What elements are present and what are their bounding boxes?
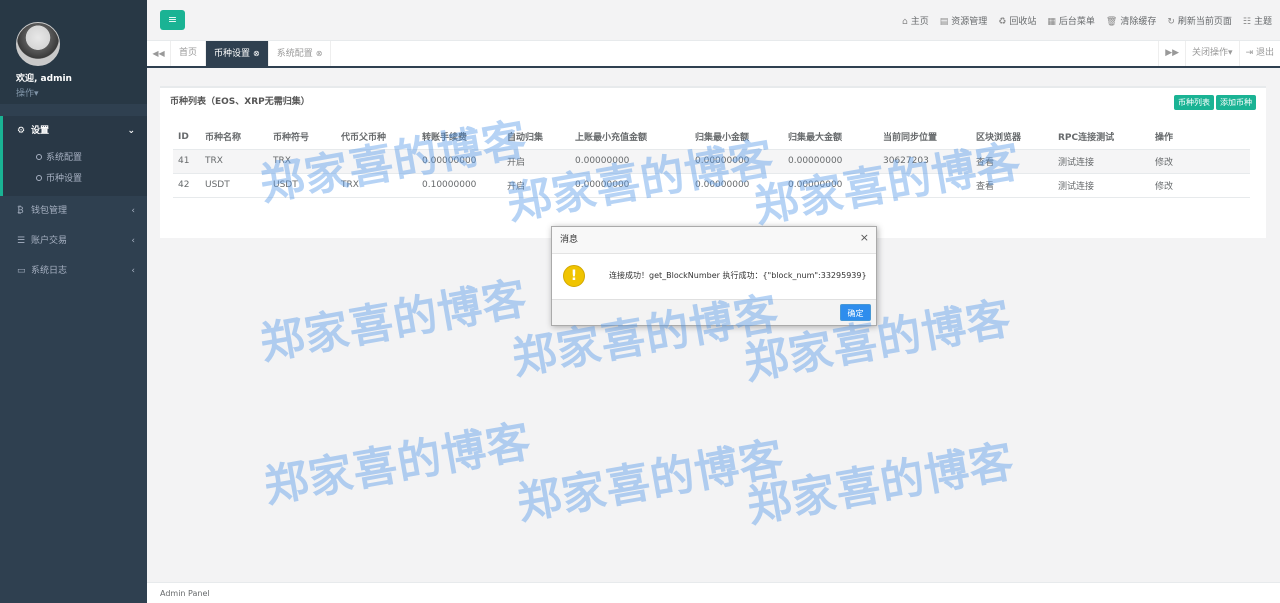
explorer-link[interactable]: 查看	[971, 149, 1053, 174]
dialog-footer: 确定	[552, 299, 876, 325]
home-icon: ⌂	[902, 17, 908, 27]
tab-coin-settings[interactable]: 币种设置 ⊗	[206, 41, 269, 66]
desktop-icon: ▭	[17, 266, 26, 276]
edit-link[interactable]: 修改	[1150, 149, 1250, 174]
chevron-left-icon: ‹	[131, 266, 135, 276]
footer-text: Admin Panel	[160, 589, 210, 598]
top-navbar: ≡ ⌂ 主页 ▤ 资源管理 ♻ 回收站 ▦ 后台菜单 🗑 清除缓存 ↻ 刷新当前页面 ☷ 主题	[147, 0, 1280, 41]
auto-collect-status: 开启	[502, 149, 570, 174]
file-icon: ▤	[939, 17, 949, 27]
avatar[interactable]	[16, 22, 60, 66]
col-rpc: RPC连接测试	[1053, 125, 1150, 150]
bars-icon: ≡	[167, 13, 178, 26]
dialog-close-button[interactable]: ×	[860, 224, 869, 251]
top-link-refresh[interactable]: ↻ 刷新当前页面	[1167, 14, 1232, 27]
list-icon: ☰	[17, 236, 26, 246]
col-name: 币种名称	[200, 125, 268, 150]
dialog-header: 消息 ×	[552, 227, 876, 254]
tab-bar: ◀◀ 首页 币种设置 ⊗ 系统配置 ⊗ ▶▶ 关闭操作▾ ⇥ 退出	[147, 41, 1280, 68]
chevron-left-icon: ‹	[131, 236, 135, 246]
sign-out-icon: ⇥	[1245, 48, 1256, 58]
sidebar-submenu: 系统配置 币种设置	[0, 146, 147, 196]
col-parent: 代币父币种	[336, 125, 417, 150]
sidebar-item-system-log[interactable]: ▭ 系统日志 ‹	[0, 256, 147, 286]
col-fee: 转账手续费	[417, 125, 502, 150]
top-link-home[interactable]: ⌂ 主页	[902, 14, 929, 27]
rpc-test-link[interactable]: 测试连接	[1053, 173, 1150, 198]
col-max-collect: 归集最大金额	[783, 125, 878, 150]
chevron-left-icon: ‹	[131, 206, 135, 216]
tab-system-config[interactable]: 系统配置 ⊗	[269, 41, 332, 66]
sidebar: 欢迎, admin 操作▾ ⚙ 设置 ⌄ 系统配置 币种设置 ₿ 钱包管理 ‹ ☰ 账…	[0, 0, 147, 603]
dialog-body: ! 连接成功！get_BlockNumber 执行成功：{"block_num"…	[552, 254, 876, 299]
panel-title: 币种列表（EOS、XRP无需归集）	[170, 97, 310, 107]
profile-area: 欢迎, admin 操作▾	[0, 0, 147, 104]
bitcoin-icon: ₿	[17, 206, 24, 216]
rpc-test-link[interactable]: 测试连接	[1053, 149, 1150, 174]
chevron-down-icon: ⌄	[127, 126, 135, 136]
top-link-theme[interactable]: ☷ 主题	[1243, 14, 1272, 27]
table-header-row: ID 币种名称 币种符号 代币父币种 转账手续费 自动归集 上账最小充值金额 归…	[173, 125, 1250, 150]
top-link-recycle[interactable]: ♻ 回收站	[998, 14, 1036, 27]
coin-list-panel: 币种列表（EOS、XRP无需归集） 币种列表 添加币种 ID 币种名称 币种符号…	[160, 86, 1266, 238]
sidebar-subitem-coin-settings[interactable]: 币种设置	[3, 169, 147, 190]
warning-icon: !	[563, 265, 585, 287]
sidebar-item-settings[interactable]: ⚙ 设置 ⌄	[0, 116, 147, 146]
sidebar-item-wallet[interactable]: ₿ 钱包管理 ‹	[0, 196, 147, 226]
dialog-ok-button[interactable]: 确定	[840, 304, 871, 321]
tab-home[interactable]: 首页	[171, 41, 207, 66]
edit-link[interactable]: 修改	[1150, 173, 1250, 198]
tabs: 首页 币种设置 ⊗ 系统配置 ⊗	[171, 41, 332, 66]
tab-scroll-right-button[interactable]: ▶▶	[1158, 41, 1185, 66]
message-dialog: 消息 × ! 连接成功！get_BlockNumber 执行成功：{"block…	[551, 226, 877, 326]
th-list-icon: ☷	[1242, 17, 1251, 27]
col-id: ID	[173, 125, 200, 150]
logout-button[interactable]: ⇥ 退出	[1238, 41, 1280, 66]
col-symbol: 币种符号	[268, 125, 336, 150]
close-tab-icon[interactable]: ⊗	[253, 49, 260, 58]
forward-icon: ▶▶	[1165, 48, 1180, 58]
col-sync: 当前同步位置	[878, 125, 971, 150]
backward-icon: ◀◀	[152, 49, 165, 58]
coin-table: ID 币种名称 币种符号 代币父币种 转账手续费 自动归集 上账最小充值金额 归…	[173, 125, 1250, 198]
close-tab-icon[interactable]: ⊗	[316, 49, 323, 58]
coin-list-button[interactable]: 币种列表	[1174, 95, 1214, 110]
sidebar-item-account-tx[interactable]: ☰ 账户交易 ‹	[0, 226, 147, 256]
tab-scroll-left-button[interactable]: ◀◀	[147, 41, 171, 66]
col-min-collect: 归集最小金额	[690, 125, 783, 150]
welcome-text: 欢迎, admin	[16, 74, 72, 84]
th-icon: ▦	[1047, 17, 1056, 27]
recycle-icon: ♻	[998, 17, 1007, 27]
gears-icon: ⚙	[17, 126, 26, 136]
table-row: 41 TRX TRX 0.00000000 开启 0.00000000 0.00…	[173, 149, 1250, 174]
top-link-resources[interactable]: ▤ 资源管理	[940, 14, 988, 27]
col-min-deposit: 上账最小充值金额	[570, 125, 690, 150]
col-auto-collect: 自动归集	[502, 125, 570, 150]
table-row: 42 USDT USDT TRX 0.10000000 开启 0.0000000…	[173, 173, 1250, 198]
add-coin-button[interactable]: 添加币种	[1216, 95, 1256, 110]
circle-icon	[36, 153, 42, 160]
auto-collect-status: 开启	[502, 173, 570, 198]
top-links: ⌂ 主页 ▤ 资源管理 ♻ 回收站 ▦ 后台菜单 🗑 清除缓存 ↻ 刷新当前页面 ☷ 主题	[891, 0, 1272, 41]
profile-ops-dropdown[interactable]: 操作▾	[16, 86, 147, 99]
explorer-link[interactable]: 查看	[971, 173, 1053, 198]
top-link-admin-menu[interactable]: ▦ 后台菜单	[1047, 14, 1095, 27]
tab-right-controls: ▶▶ 关闭操作▾ ⇥ 退出	[1158, 41, 1280, 66]
dialog-title: 消息	[560, 235, 579, 245]
col-explorer: 区块浏览器	[971, 125, 1053, 150]
top-link-clear-cache[interactable]: 🗑 清除缓存	[1106, 14, 1156, 27]
circle-icon	[36, 174, 42, 181]
dialog-message: 连接成功！get_BlockNumber 执行成功：{"block_num":3…	[609, 271, 867, 280]
sidebar-subitem-system-config[interactable]: 系统配置	[3, 148, 147, 169]
trash-icon: 🗑	[1105, 17, 1118, 27]
footer: Admin Panel	[147, 582, 1280, 603]
refresh-icon: ↻	[1167, 17, 1175, 27]
close-ops-dropdown[interactable]: 关闭操作▾	[1185, 41, 1239, 66]
col-op: 操作	[1150, 125, 1250, 150]
sidebar-toggle-button[interactable]: ≡	[160, 10, 185, 30]
